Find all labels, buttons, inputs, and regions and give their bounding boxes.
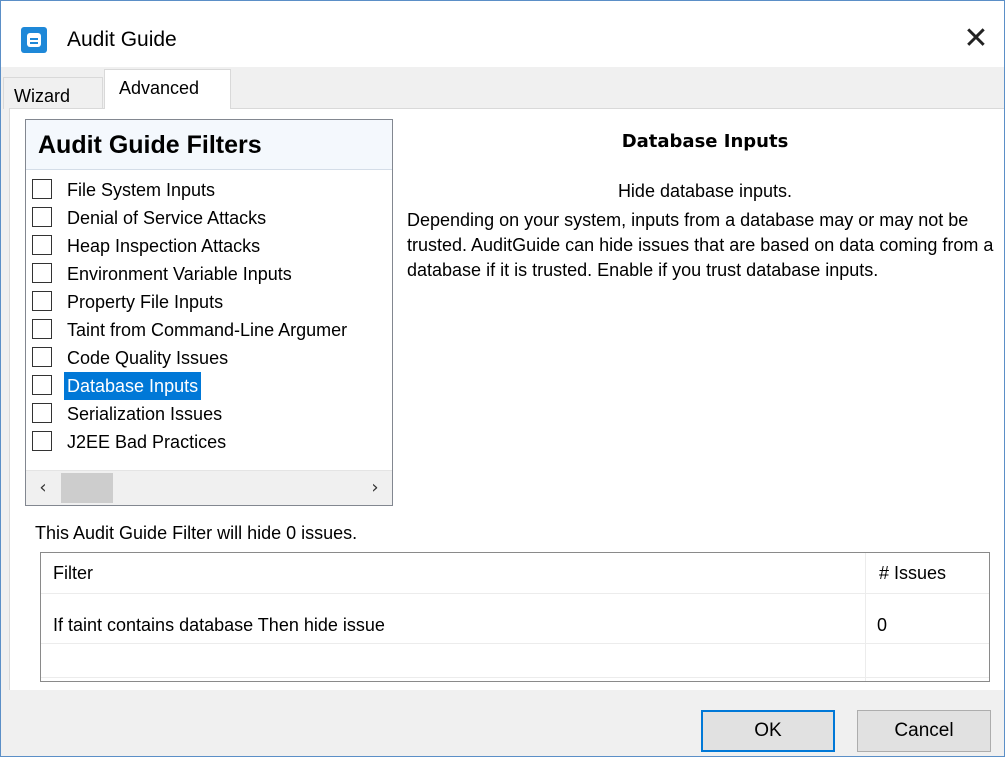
filter-checkbox[interactable] bbox=[32, 263, 52, 283]
audit-guide-filters-list[interactable]: Audit Guide Filters File System Inputs D… bbox=[25, 119, 393, 506]
filter-checkbox[interactable] bbox=[32, 431, 52, 451]
filter-item-label: Code Quality Issues bbox=[67, 348, 229, 368]
table-cell-filter: If taint contains database Then hide iss… bbox=[53, 615, 385, 635]
filter-checkbox[interactable] bbox=[32, 375, 52, 395]
filter-item-label: File System Inputs bbox=[67, 180, 216, 200]
filter-item-label: Database Inputs bbox=[64, 372, 202, 400]
filter-item-label: Heap Inspection Attacks bbox=[67, 236, 261, 256]
window-title: Audit Guide bbox=[67, 28, 177, 51]
filter-table: Filter # Issues If taint contains databa… bbox=[40, 552, 990, 682]
audit-guide-app-icon bbox=[21, 27, 47, 53]
scroll-right-icon[interactable]: › bbox=[358, 471, 392, 505]
cancel-button[interactable]: Cancel bbox=[857, 710, 991, 752]
filter-checkbox[interactable] bbox=[32, 347, 52, 367]
filter-item-code-quality-issues[interactable]: Code Quality Issues bbox=[26, 344, 392, 372]
filter-item-denial-of-service-attacks[interactable]: Denial of Service Attacks bbox=[26, 204, 392, 232]
column-header-issues[interactable]: # Issues bbox=[879, 553, 946, 593]
audit-guide-dialog: Audit Guide ✕ Wizard Advanced Audit Guid… bbox=[0, 0, 1005, 757]
filter-summary: This Audit Guide Filter will hide 0 issu… bbox=[35, 523, 358, 543]
column-header-filter[interactable]: Filter bbox=[53, 553, 93, 593]
filter-item-serialization-issues[interactable]: Serialization Issues bbox=[26, 400, 392, 428]
filters-header: Audit Guide Filters bbox=[26, 120, 392, 170]
advanced-panel: Audit Guide Filters File System Inputs D… bbox=[9, 108, 1004, 691]
row-divider bbox=[41, 643, 989, 644]
tab-advanced[interactable]: Advanced bbox=[104, 69, 231, 109]
filter-item-taint-from-command-line[interactable]: Taint from Command-Line Argumer bbox=[26, 316, 392, 344]
filter-item-property-file-inputs[interactable]: Property File Inputs bbox=[26, 288, 392, 316]
filter-item-database-inputs[interactable]: Database Inputs bbox=[26, 372, 392, 400]
horizontal-scrollbar[interactable]: ‹ › bbox=[26, 470, 392, 505]
dialog-footer: OK Cancel bbox=[1, 690, 1004, 756]
filter-item-environment-variable-inputs[interactable]: Environment Variable Inputs bbox=[26, 260, 392, 288]
filter-item-j2ee-bad-practices[interactable]: J2EE Bad Practices bbox=[26, 428, 392, 456]
description-subtitle: Hide database inputs. bbox=[617, 181, 793, 201]
filter-item-label: Serialization Issues bbox=[67, 404, 223, 424]
filter-item-label: Environment Variable Inputs bbox=[67, 264, 292, 284]
ok-button[interactable]: OK bbox=[701, 710, 835, 752]
scroll-left-icon[interactable]: ‹ bbox=[26, 471, 60, 505]
filter-checkbox[interactable] bbox=[32, 403, 52, 423]
filter-item-label: Property File Inputs bbox=[67, 292, 224, 312]
filter-item-label: Denial of Service Attacks bbox=[67, 208, 267, 228]
filter-checkbox[interactable] bbox=[32, 319, 52, 339]
filter-checkbox[interactable] bbox=[32, 235, 52, 255]
tab-wizard[interactable]: Wizard bbox=[3, 77, 103, 109]
filter-checkbox[interactable] bbox=[32, 207, 52, 227]
tab-strip: Wizard Advanced bbox=[1, 67, 1004, 109]
close-icon[interactable]: ✕ bbox=[956, 19, 996, 59]
filter-items: File System Inputs Denial of Service Att… bbox=[26, 176, 392, 466]
filter-item-label: J2EE Bad Practices bbox=[67, 432, 227, 452]
column-divider bbox=[865, 553, 866, 681]
scrollbar-thumb[interactable] bbox=[61, 473, 113, 503]
filter-item-file-system-inputs[interactable]: File System Inputs bbox=[26, 176, 392, 204]
description-body: Depending on your system, inputs from a … bbox=[407, 210, 994, 280]
row-divider bbox=[41, 677, 989, 678]
title-bar: Audit Guide ✕ bbox=[1, 1, 1004, 67]
filter-item-heap-inspection-attacks[interactable]: Heap Inspection Attacks bbox=[26, 232, 392, 260]
table-cell-issues: 0 bbox=[877, 615, 888, 635]
filter-checkbox[interactable] bbox=[32, 291, 52, 311]
filter-item-label: Taint from Command-Line Argumer bbox=[67, 320, 348, 340]
filter-checkbox[interactable] bbox=[32, 179, 52, 199]
description-title: Database Inputs bbox=[621, 131, 789, 152]
row-divider bbox=[41, 593, 989, 594]
